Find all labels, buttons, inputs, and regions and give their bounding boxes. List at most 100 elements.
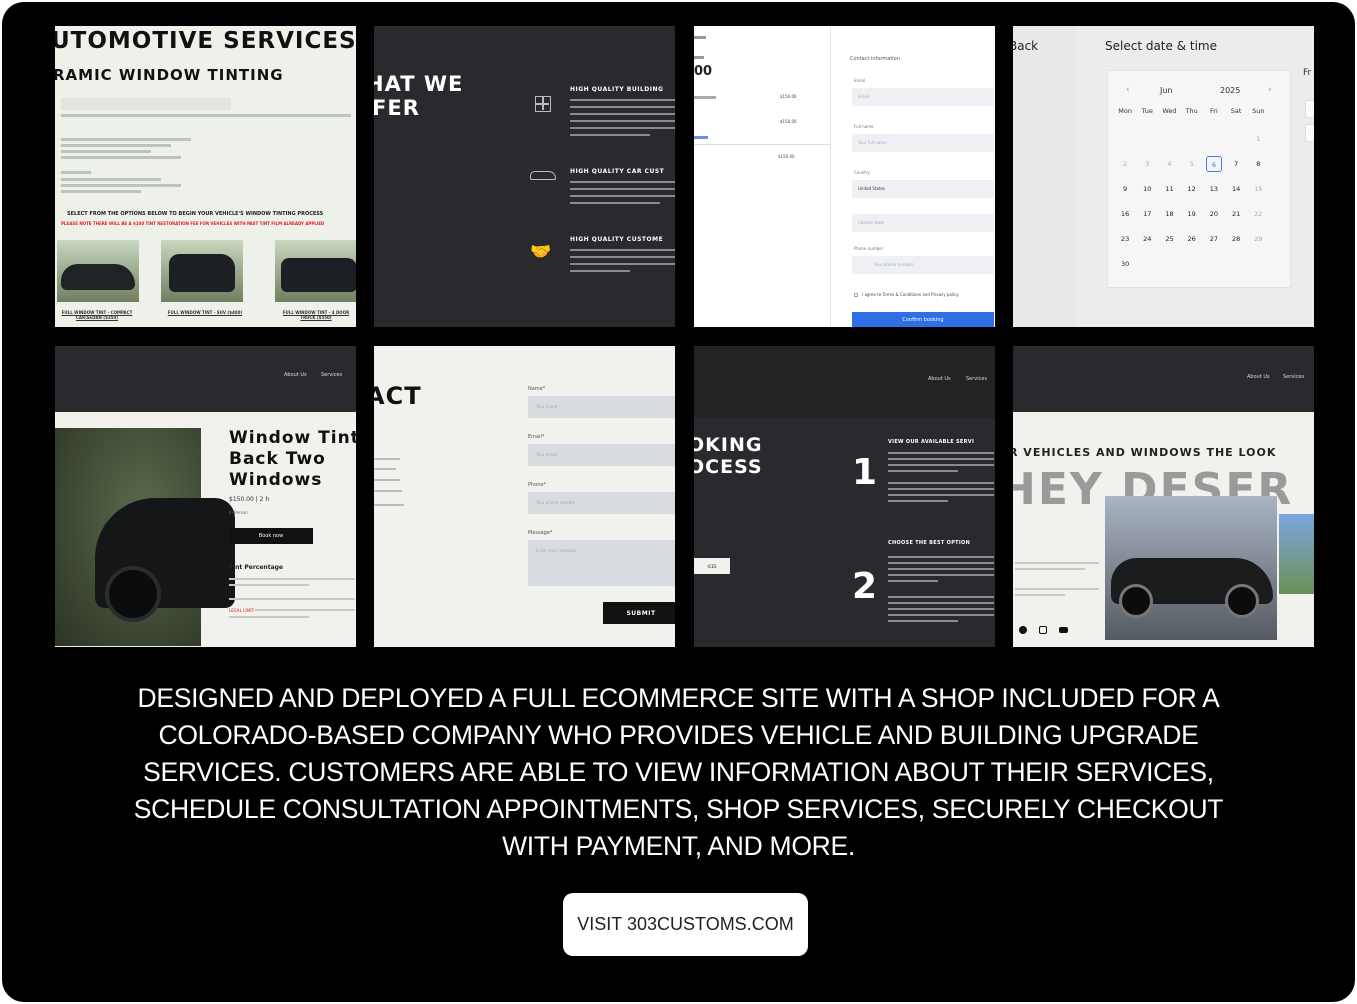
calendar-day[interactable]: 18: [1161, 206, 1177, 222]
calendar-day[interactable]: 13: [1206, 181, 1222, 197]
book-now-button[interactable]: Book now: [229, 528, 313, 544]
next-month-icon[interactable]: ›: [1268, 85, 1272, 95]
year-label[interactable]: 2025: [1220, 86, 1240, 95]
calendar-day[interactable]: 2: [1117, 156, 1133, 172]
phone-label: Phone number: [854, 246, 884, 251]
calendar: ‹ Jun 2025 › Mon Tue Wed Thu Fri Sat Sun 12345…: [1107, 70, 1291, 288]
calendar-day[interactable]: 3: [1139, 156, 1155, 172]
product-label[interactable]: FULL WINDOW TINT - COMPACT CAR/SEDAN ($3…: [55, 310, 141, 320]
email-field[interactable]: Email: [852, 88, 994, 106]
calendar-day[interactable]: 29: [1250, 231, 1266, 247]
calendar-day[interactable]: 23: [1117, 231, 1133, 247]
weekday-label: Tue: [1141, 107, 1153, 115]
picker-title: Select date & time: [1105, 39, 1217, 53]
visit-site-button[interactable]: VISIT 303CUSTOMS.COM: [563, 893, 808, 956]
calendar-day[interactable]: 27: [1206, 231, 1222, 247]
calendar-day[interactable]: 26: [1184, 231, 1200, 247]
calendar-day[interactable]: 24: [1139, 231, 1155, 247]
product-image: [55, 428, 235, 646]
fullname-field[interactable]: Your full name: [852, 134, 994, 152]
calendar-day[interactable]: 1: [1250, 131, 1266, 147]
nav-about[interactable]: About Us: [284, 372, 307, 378]
calendar-day[interactable]: 12: [1184, 181, 1200, 197]
product-label[interactable]: FULL WINDOW TINT - SUV ($400): [159, 310, 251, 315]
location: In-Person: [229, 510, 248, 515]
screenshot-hero-page: About Us Services R VEHICLES AND WINDOWS…: [1013, 346, 1314, 647]
country-select[interactable]: United States: [852, 180, 994, 198]
terms-text[interactable]: I agree to Terms & Conditions and Privac…: [862, 292, 959, 298]
name-label: Name*: [528, 386, 546, 392]
nav-services[interactable]: Services: [966, 376, 987, 382]
feature-title: HIGH QUALITY CUSTOME: [570, 236, 664, 243]
step-number: 2: [852, 566, 878, 607]
feature-title: HIGH QUALITY CAR CUST: [570, 168, 665, 175]
portfolio-card: UTOMOTIVE SERVICES RAMIC WINDOW TINTING …: [2, 2, 1355, 1002]
email-label: Email*: [528, 434, 545, 440]
screenshot-product-page: About Us Services Window Tint Back Two W…: [55, 346, 356, 647]
contact-title: Contact information: [850, 56, 900, 62]
calendar-day[interactable]: 6: [1205, 156, 1222, 172]
screenshot-booking-process: About Us Services OKING OCESS ICES 1 VIE…: [694, 346, 995, 647]
product-label[interactable]: FULL WINDOW TINT - 4 DOOR TRUCK ($550): [275, 310, 356, 320]
calendar-day[interactable]: 30: [1117, 256, 1133, 272]
weekday-label: Sat: [1230, 107, 1242, 115]
screenshot-automotive-services: UTOMOTIVE SERVICES RAMIC WINDOW TINTING …: [55, 26, 356, 327]
calendar-day[interactable]: 20: [1206, 206, 1222, 222]
screenshot-checkout-form: 00 $150.00 $150.00 $150.00 Contact infor…: [694, 26, 995, 327]
product-image-truck[interactable]: [275, 240, 356, 302]
facebook-icon[interactable]: [1019, 626, 1027, 634]
notice-text: PLEASE NOTE THERE WILL BE A $100 TINT RE…: [61, 221, 325, 226]
product-image-sedan[interactable]: [57, 240, 139, 302]
nav-services[interactable]: Services: [321, 372, 342, 378]
email-field[interactable]: Your email: [528, 444, 675, 466]
submit-button[interactable]: SUBMIT: [603, 602, 675, 624]
calendar-day[interactable]: 7: [1228, 156, 1244, 172]
calendar-day[interactable]: 28: [1228, 231, 1244, 247]
tile-title: UTOMOTIVE SERVICES: [55, 28, 356, 54]
weekday-label: Sun: [1252, 107, 1265, 115]
prev-month-icon[interactable]: ‹: [1126, 85, 1130, 95]
calendar-day[interactable]: 25: [1161, 231, 1177, 247]
calendar-day[interactable]: 15: [1250, 181, 1266, 197]
process-heading-1: OKING: [694, 434, 763, 456]
nav-about[interactable]: About Us: [928, 376, 951, 382]
price-line: $150.00: [780, 94, 797, 99]
state-select[interactable]: Choose state: [852, 214, 994, 232]
calendar-day[interactable]: 9: [1117, 181, 1133, 197]
message-label: Message*: [528, 530, 553, 536]
tile-subtitle: RAMIC WINDOW TINTING: [55, 66, 284, 84]
hero-headline: R VEHICLES AND WINDOWS THE LOOK: [1013, 446, 1277, 459]
order-total: 00: [694, 64, 713, 79]
calendar-day[interactable]: 21: [1228, 206, 1244, 222]
offer-heading-1: HAT WE: [374, 72, 464, 96]
youtube-icon[interactable]: [1059, 627, 1068, 633]
product-image-suv[interactable]: [161, 240, 243, 302]
calendar-day[interactable]: 11: [1161, 181, 1177, 197]
phone-field[interactable]: Your phone number: [528, 492, 675, 514]
calendar-day[interactable]: 16: [1117, 206, 1133, 222]
back-link[interactable]: Back: [1013, 39, 1038, 53]
calendar-day[interactable]: 19: [1184, 206, 1200, 222]
terms-checkbox[interactable]: [854, 293, 858, 297]
calendar-day[interactable]: 8: [1250, 156, 1266, 172]
nav-about[interactable]: About Us: [1247, 374, 1270, 380]
calendar-day[interactable]: 17: [1139, 206, 1155, 222]
weekday-label: Wed: [1162, 107, 1177, 115]
confirm-booking-button[interactable]: Confirm booking: [852, 312, 994, 327]
calendar-day[interactable]: 5: [1184, 156, 1200, 172]
calendar-day[interactable]: 22: [1250, 206, 1266, 222]
calendar-day[interactable]: 10: [1139, 181, 1155, 197]
fullname-label: Full name: [854, 124, 874, 129]
calendar-day[interactable]: 4: [1161, 156, 1177, 172]
hero-car-image: [1105, 496, 1277, 640]
phone-field[interactable]: Your phone number: [852, 256, 994, 274]
building-window-icon: [535, 96, 551, 112]
month-label[interactable]: Jun: [1160, 86, 1173, 95]
calendar-day[interactable]: 14: [1228, 181, 1244, 197]
section-title: Tint Percentage: [229, 564, 283, 571]
services-button[interactable]: ICES: [694, 558, 730, 574]
name-field[interactable]: Your name: [528, 396, 675, 418]
nav-services[interactable]: Services: [1283, 374, 1304, 380]
instagram-icon[interactable]: [1039, 626, 1047, 634]
message-field[interactable]: Enter your message: [528, 540, 675, 586]
